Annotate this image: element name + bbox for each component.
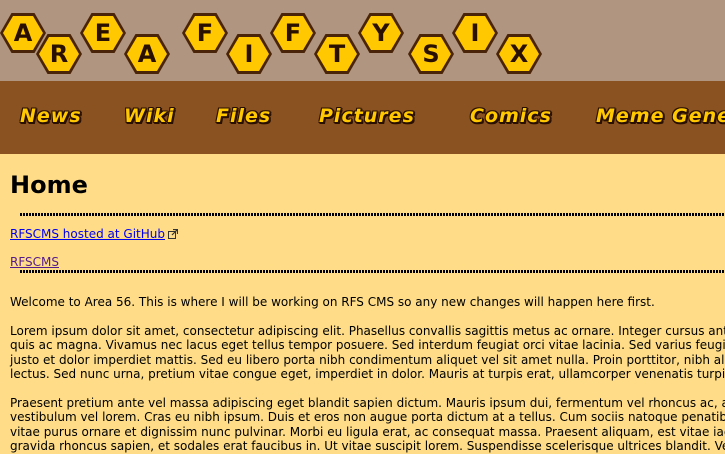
page-body: Welcome to Area 56. This is where I will… [10,295,725,454]
external-link-icon [168,229,178,239]
paragraph-line: vestibulum vel lorem. Cras eu nibh ipsum… [10,410,725,424]
main-nav: News Wiki Files Pictures Comics Meme Gen… [0,81,725,154]
logo-hex: A [0,13,46,53]
logo-hex: X [496,34,542,74]
logo-hex: T [314,34,360,74]
nav-item-news[interactable]: News [20,105,82,127]
main-content: Home RFSCMS hosted at GitHub RFSCMS Welc… [0,154,725,453]
paragraph-line: Praesent pretium ante vel massa adipisci… [10,395,725,410]
logo-hex: E [80,13,126,53]
site-logo-banner: A R E A F I F T Y S I X [0,0,725,81]
nav-item-wiki[interactable]: Wiki [124,105,175,127]
github-link[interactable]: RFSCMS hosted at GitHub [10,227,165,241]
paragraph-line: quis ac magna. Vivamus nec lacus eget te… [10,338,725,352]
paragraph-line: justo et dolor imperdiet mattis. Sed eu … [10,352,725,367]
rfscms-link[interactable]: RFSCMS [10,255,59,269]
dotted-divider [20,270,725,273]
logo-hex: I [226,34,272,74]
logo-hex: R [36,34,82,74]
paragraph-line: vitae purus ornare et dignissim nunc pul… [10,424,725,439]
logo-hex: I [452,13,498,53]
paragraph-line: gravida rhoncus sapien, et sodales erat … [10,439,725,453]
nav-item-pictures[interactable]: Pictures [319,105,415,127]
nav-item-meme-generator[interactable]: Meme Generator [596,105,725,127]
rfscms-link-row: RFSCMS [10,251,59,270]
github-link-row: RFSCMS hosted at GitHub [10,223,178,242]
logo-hex: S [408,34,454,74]
nav-item-comics[interactable]: Comics [470,105,552,127]
welcome-text: Welcome to Area 56. This is where I will… [10,295,655,309]
nav-item-files[interactable]: Files [216,105,271,127]
page-title: Home [10,171,88,199]
paragraph-line: lectus. Sed nunc urna, pretium vitae con… [10,367,725,381]
paragraph-line: Lorem ipsum dolor sit amet, consectetur … [10,323,725,338]
logo-hex: F [270,13,316,53]
logo-hex: Y [358,13,404,53]
logo-hex: F [182,13,228,53]
logo-hex: A [124,34,170,74]
dotted-divider [20,213,725,216]
